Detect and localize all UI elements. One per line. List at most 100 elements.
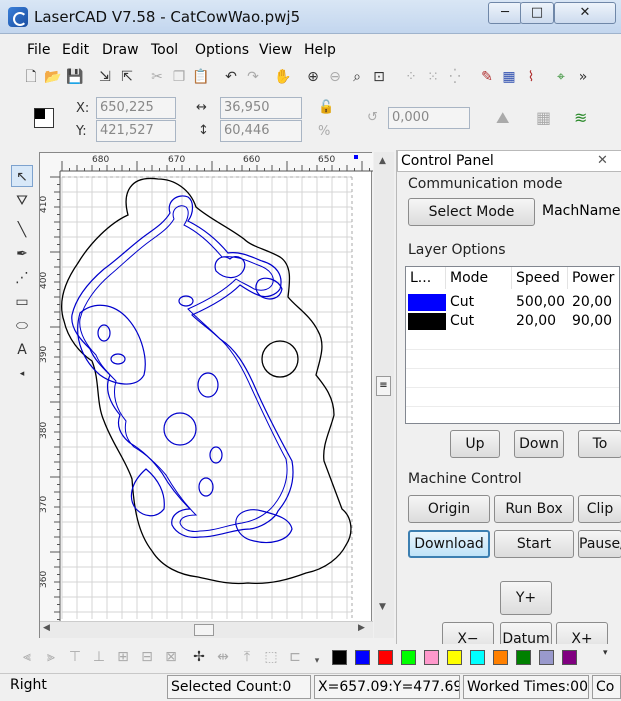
palette-color-swatch[interactable] bbox=[562, 650, 577, 665]
height-field[interactable]: 60,446 bbox=[220, 120, 302, 142]
distribute-icon[interactable]: ▦ bbox=[536, 108, 551, 127]
copy-icon[interactable]: ❐ bbox=[170, 68, 188, 86]
run-box-button[interactable]: Run Box bbox=[494, 495, 574, 523]
zoom-fit-icon[interactable]: ⊡ bbox=[370, 68, 388, 86]
zoom-window-icon[interactable]: ⌕ bbox=[348, 68, 366, 86]
x-position-field[interactable]: 650,225 bbox=[96, 97, 176, 119]
ellipse-tool-icon[interactable]: ⬭ bbox=[11, 315, 33, 337]
column-header-mode[interactable]: Mode bbox=[446, 267, 512, 289]
scroll-left-arrow-icon[interactable]: ◀ bbox=[43, 623, 50, 633]
mirror-icon[interactable]: ⛰ bbox=[496, 108, 509, 128]
expand-arrow-icon[interactable]: ◂ bbox=[11, 363, 33, 385]
palette-color-swatch[interactable] bbox=[493, 650, 508, 665]
table-row[interactable]: Cut 20,00 90,00 bbox=[406, 312, 621, 331]
more-tools-icon[interactable]: » bbox=[574, 68, 592, 86]
y-plus-button[interactable]: Y+ bbox=[500, 581, 552, 615]
same-height-icon[interactable]: ⤒ bbox=[238, 648, 256, 666]
column-header-speed[interactable]: Speed bbox=[512, 267, 568, 289]
menu-tool[interactable]: Tool bbox=[151, 42, 178, 58]
table-row[interactable]: Cut 500,00 20,00 bbox=[406, 293, 621, 312]
pan-hand-icon[interactable]: ✋ bbox=[274, 68, 292, 86]
y-position-field[interactable]: 421,527 bbox=[96, 120, 176, 142]
align-top-icon[interactable]: ⊤ bbox=[66, 648, 84, 666]
clip-button[interactable]: Clip bbox=[578, 495, 621, 523]
same-size-icon[interactable]: ⬚ bbox=[262, 648, 280, 666]
align-right-icon[interactable]: ⫸ bbox=[42, 648, 60, 666]
layer-stack-icon[interactable]: ≋ bbox=[574, 108, 587, 127]
zoom-in-icon[interactable]: ⊕ bbox=[304, 68, 322, 86]
machine-name-field[interactable]: MachName bbox=[539, 200, 621, 224]
redo-icon[interactable]: ↷ bbox=[244, 68, 262, 86]
maximize-button[interactable]: □ bbox=[520, 2, 554, 24]
align-center-h-icon[interactable]: ⊞ bbox=[114, 648, 132, 666]
text-tool-icon[interactable]: A bbox=[11, 339, 33, 361]
panel-close-icon[interactable]: ✕ bbox=[597, 151, 608, 171]
import-icon[interactable]: ⇲ bbox=[96, 68, 114, 86]
palette-color-swatch[interactable] bbox=[539, 650, 554, 665]
download-button[interactable]: Download bbox=[408, 530, 490, 558]
array-icon[interactable]: ▦ bbox=[500, 68, 518, 86]
new-file-icon[interactable]: 🗋 bbox=[22, 68, 40, 86]
scroll-down-arrow-icon[interactable]: ▼ bbox=[379, 602, 386, 612]
rectangle-tool-icon[interactable]: ▭ bbox=[11, 291, 33, 313]
rotate-angle-field[interactable]: 0,000 bbox=[388, 107, 470, 129]
reference-grid-icon[interactable] bbox=[34, 108, 54, 128]
ungroup-icon[interactable]: ⁙ bbox=[424, 68, 442, 86]
palette-color-swatch[interactable] bbox=[401, 650, 416, 665]
polyline-tool-icon[interactable]: ⋰ bbox=[11, 267, 33, 289]
menu-draw[interactable]: Draw bbox=[102, 42, 139, 58]
select-arrow-icon[interactable]: ↖ bbox=[11, 165, 33, 187]
scroll-up-arrow-icon[interactable]: ▲ bbox=[379, 156, 386, 166]
distribute-h-icon[interactable]: ⊏ bbox=[286, 648, 304, 666]
pause-button[interactable]: Pause/ bbox=[578, 530, 621, 558]
column-header-layer[interactable]: L... bbox=[406, 267, 446, 289]
undo-icon[interactable]: ↶ bbox=[222, 68, 240, 86]
node-edit-tool-icon[interactable]: ⛛ bbox=[11, 190, 33, 212]
menu-options[interactable]: Options bbox=[195, 42, 249, 58]
palette-color-swatch[interactable] bbox=[447, 650, 462, 665]
group-icon[interactable]: ⁘ bbox=[402, 68, 420, 86]
palette-color-swatch[interactable] bbox=[332, 650, 347, 665]
palette-more-icon[interactable]: ▾ bbox=[603, 648, 608, 658]
layer-up-button[interactable]: Up bbox=[450, 430, 500, 458]
palette-color-swatch[interactable] bbox=[378, 650, 393, 665]
start-button[interactable]: Start bbox=[494, 530, 574, 558]
cut-icon[interactable]: ✂ bbox=[148, 68, 166, 86]
lock-ratio-icon[interactable]: 🔓 bbox=[318, 100, 334, 115]
origin-button[interactable]: Origin bbox=[408, 495, 490, 523]
zoom-out-icon[interactable]: ⊖ bbox=[326, 68, 344, 86]
column-header-power[interactable]: Power bbox=[568, 267, 621, 289]
paste-icon[interactable]: 📋 bbox=[192, 68, 210, 86]
align-icon[interactable]: ⁛ bbox=[446, 68, 464, 86]
palette-color-swatch[interactable] bbox=[424, 650, 439, 665]
align-bottom-icon[interactable]: ⊥ bbox=[90, 648, 108, 666]
align-center-v-icon[interactable]: ⊟ bbox=[138, 648, 156, 666]
drawing-canvas[interactable]: 680 670 660 650 410 400 390 380 370 360 bbox=[39, 152, 373, 638]
layer-top-button[interactable]: To bbox=[578, 430, 621, 458]
save-icon[interactable]: 💾 bbox=[66, 68, 84, 86]
width-field[interactable]: 36,950 bbox=[220, 97, 302, 119]
scroll-right-arrow-icon[interactable]: ▶ bbox=[358, 623, 365, 633]
vertical-scrollbar-track[interactable]: ▲ ≡ ▼ bbox=[374, 152, 394, 638]
curve-smooth-icon[interactable]: ⌇ bbox=[522, 68, 540, 86]
scroll-thumb-h[interactable] bbox=[194, 624, 214, 636]
layer-table[interactable]: L... Mode Speed Power Cut 500,00 20,00 C… bbox=[405, 266, 620, 424]
minimize-button[interactable]: ─ bbox=[488, 2, 522, 24]
align-left-icon[interactable]: ⫷ bbox=[18, 648, 36, 666]
horizontal-scrollbar[interactable]: ◀ ▶ bbox=[40, 621, 373, 638]
outer-cut-outline[interactable] bbox=[61, 177, 352, 585]
palette-color-swatch[interactable] bbox=[470, 650, 485, 665]
palette-color-swatch[interactable] bbox=[355, 650, 370, 665]
close-button[interactable]: ✕ bbox=[554, 2, 616, 24]
node-edit-icon[interactable]: ✎ bbox=[478, 68, 496, 86]
export-icon[interactable]: ⇱ bbox=[118, 68, 136, 86]
simulate-icon[interactable]: ⌖ bbox=[552, 68, 570, 86]
pen-tool-icon[interactable]: ✒ bbox=[11, 243, 33, 265]
menu-help[interactable]: Help bbox=[304, 42, 336, 58]
menu-edit[interactable]: Edit bbox=[62, 42, 89, 58]
menu-file[interactable]: File bbox=[27, 42, 50, 58]
layer-down-button[interactable]: Down bbox=[514, 430, 564, 458]
line-tool-icon[interactable]: ╲ bbox=[11, 219, 33, 241]
select-mode-button[interactable]: Select Mode bbox=[408, 198, 535, 226]
open-folder-icon[interactable]: 📂 bbox=[44, 68, 62, 86]
